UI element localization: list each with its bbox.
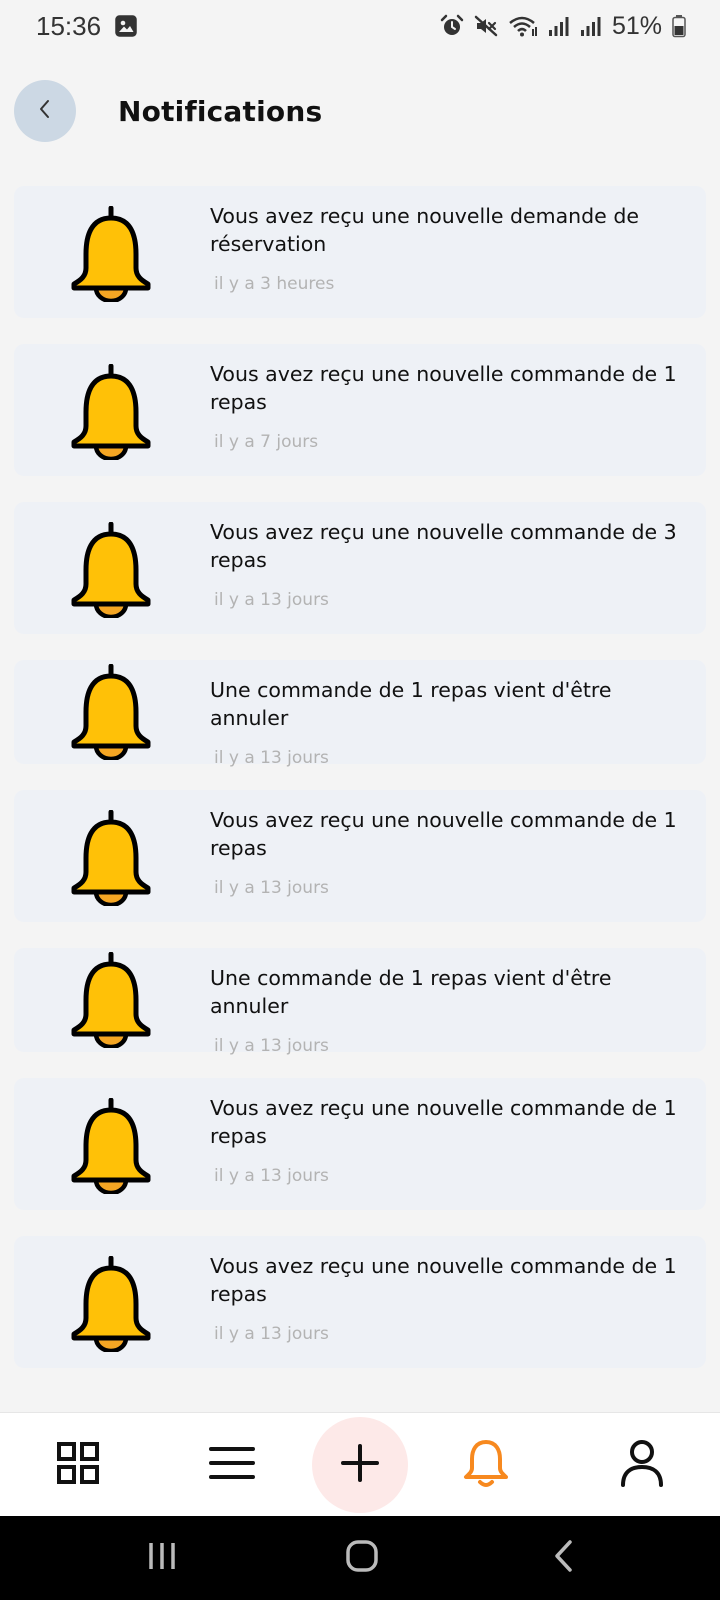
wifi-icon	[508, 14, 538, 38]
nav-profile-button[interactable]	[600, 1413, 684, 1517]
status-bar: 15:36 51%	[0, 0, 720, 52]
recent-apps-button[interactable]	[130, 1516, 194, 1600]
notification-time: il y a 13 jours	[214, 1324, 329, 1344]
system-nav-bar	[0, 1516, 720, 1600]
notification-message: Vous avez reçu une nouvelle commande de …	[210, 808, 677, 860]
user-icon	[620, 1439, 664, 1491]
bell-icon	[70, 1255, 152, 1354]
notification-message: Vous avez reçu une nouvelle commande de …	[210, 520, 677, 572]
back-icon	[552, 1539, 576, 1577]
nav-dashboard-button[interactable]	[36, 1413, 120, 1517]
home-icon	[345, 1539, 379, 1577]
notification-item[interactable]: Vous avez reçu une nouvelle commande de …	[14, 790, 706, 922]
image-icon	[115, 15, 137, 37]
notification-time: il y a 13 jours	[214, 1036, 329, 1056]
notification-message: Vous avez reçu une nouvelle commande de …	[210, 1096, 677, 1148]
battery-percent: 51%	[611, 11, 662, 40]
bottom-nav	[0, 1412, 720, 1516]
nav-notifications-button[interactable]	[444, 1413, 528, 1517]
notification-message: Vous avez reçu une nouvelle demande de r…	[210, 204, 639, 256]
header: Notifications	[14, 80, 322, 142]
bell-icon	[70, 951, 152, 1050]
notification-time: il y a 13 jours	[214, 590, 329, 610]
chevron-left-icon	[36, 98, 54, 124]
plus-icon	[341, 1444, 379, 1486]
bell-icon	[70, 205, 152, 304]
battery-icon	[672, 14, 686, 38]
signal-icon	[548, 15, 570, 37]
alarm-icon	[440, 14, 464, 38]
notification-item[interactable]: Une commande de 1 repas vient d'être ann…	[14, 660, 706, 768]
notification-item[interactable]: Une commande de 1 repas vient d'être ann…	[14, 948, 706, 1056]
menu-icon	[209, 1445, 255, 1485]
bell-icon	[463, 1438, 509, 1492]
bell-icon	[70, 521, 152, 620]
notification-time: il y a 13 jours	[214, 1166, 329, 1186]
notification-message: Une commande de 1 repas vient d'être ann…	[210, 966, 612, 1018]
notification-item[interactable]: Vous avez reçu une nouvelle commande de …	[14, 1078, 706, 1210]
mute-icon	[474, 14, 498, 38]
nav-menu-button[interactable]	[190, 1413, 274, 1517]
bell-icon	[70, 1097, 152, 1196]
notification-message: Vous avez reçu une nouvelle commande de …	[210, 362, 677, 414]
add-button[interactable]	[312, 1417, 408, 1513]
recent-apps-icon	[147, 1541, 177, 1575]
bell-icon	[70, 363, 152, 462]
notification-time: il y a 13 jours	[214, 878, 329, 898]
notification-item[interactable]: Vous avez reçu une nouvelle commande de …	[14, 1236, 706, 1368]
notification-time: il y a 3 heures	[214, 274, 335, 294]
notification-time: il y a 7 jours	[214, 432, 319, 452]
status-time: 15:36	[36, 10, 102, 41]
page-title: Notifications	[118, 94, 323, 128]
notification-item[interactable]: Vous avez reçu une nouvelle commande de …	[14, 502, 706, 634]
grid-icon	[56, 1441, 100, 1489]
system-back-button[interactable]	[532, 1516, 596, 1600]
home-button[interactable]	[330, 1516, 394, 1600]
notification-item[interactable]: Vous avez reçu une nouvelle demande de r…	[14, 186, 706, 318]
bell-icon	[70, 663, 152, 762]
notification-message: Une commande de 1 repas vient d'être ann…	[210, 678, 612, 730]
notification-item[interactable]: Vous avez reçu une nouvelle commande de …	[14, 344, 706, 476]
back-button[interactable]	[14, 80, 76, 142]
notification-time: il y a 13 jours	[214, 748, 329, 768]
notification-message: Vous avez reçu une nouvelle commande de …	[210, 1254, 677, 1306]
bell-icon	[70, 809, 152, 908]
signal-icon	[580, 15, 602, 37]
